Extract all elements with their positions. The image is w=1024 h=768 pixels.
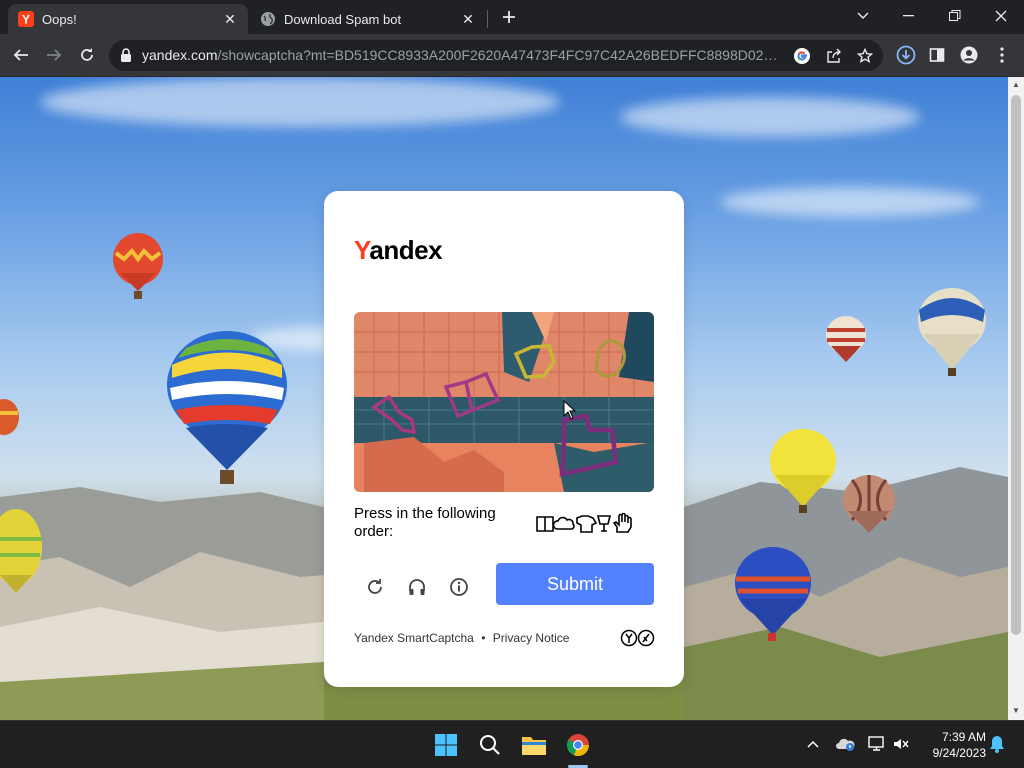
captcha-instructions: Press in the following order:	[354, 505, 496, 540]
new-tab-button[interactable]	[498, 6, 520, 28]
hot-air-balloon	[735, 547, 811, 641]
scroll-up-arrow-icon[interactable]: ▲	[1012, 81, 1020, 89]
network-icon[interactable]	[866, 733, 888, 755]
share-icon[interactable]	[821, 43, 847, 69]
audio-captcha-button[interactable]	[403, 573, 431, 601]
url-text[interactable]: yandex.com/showcaptcha?mt=BD519CC8933A20…	[142, 47, 782, 63]
captcha-order-icons	[536, 512, 632, 533]
svg-text:Y: Y	[22, 13, 30, 27]
cup-icon	[596, 515, 612, 532]
hot-air-balloon	[0, 509, 42, 593]
hot-air-balloon	[0, 399, 19, 435]
yandex-cloud-logo-icon	[620, 629, 655, 647]
lock-icon	[121, 48, 131, 62]
tab-divider	[487, 10, 488, 28]
book-icon	[536, 516, 554, 532]
hot-air-balloon	[826, 316, 866, 362]
captcha-image[interactable]	[354, 312, 654, 492]
tab-title: Download Spam bot	[284, 11, 402, 27]
profile-avatar-icon[interactable]	[954, 40, 984, 70]
browser-toolbar: yandex.com/showcaptcha?mt=BD519CC8933A20…	[0, 34, 1024, 77]
scroll-down-arrow-icon[interactable]: ▼	[1012, 707, 1020, 715]
system-clock[interactable]: 7:39 AM 9/24/2023	[918, 729, 986, 761]
smartcaptcha-link[interactable]: Yandex SmartCaptcha	[354, 631, 474, 645]
hot-air-balloon	[113, 233, 163, 299]
windows-taskbar: 7:39 AM 9/24/2023	[0, 720, 1024, 768]
privacy-notice-link[interactable]: Privacy Notice	[493, 631, 570, 645]
captcha-footer: Yandex SmartCaptcha • Privacy Notice	[354, 631, 569, 645]
headphones-icon	[409, 579, 425, 595]
side-panel-icon[interactable]	[922, 40, 952, 70]
bookmark-star-icon[interactable]	[852, 43, 878, 69]
page-viewport: Yandex Press in the following order: Sub…	[0, 77, 1008, 720]
globe-icon	[260, 11, 276, 27]
google-lens-icon[interactable]	[789, 43, 815, 69]
tab-oops[interactable]: Y Oops! ✕	[8, 4, 248, 34]
clock-date: 9/24/2023	[932, 746, 986, 760]
close-tab-icon[interactable]: ✕	[460, 11, 476, 27]
chrome-icon[interactable]	[562, 729, 594, 761]
address-bar[interactable]: yandex.com/showcaptcha?mt=BD519CC8933A20…	[109, 40, 883, 71]
restore-button[interactable]	[932, 0, 978, 32]
download-icon[interactable]	[891, 40, 921, 70]
reload-button[interactable]	[72, 40, 102, 70]
close-window-button[interactable]	[978, 0, 1024, 32]
url-host: yandex.com	[142, 47, 218, 63]
hot-air-balloon	[918, 288, 986, 376]
close-tab-icon[interactable]: ✕	[222, 11, 238, 27]
refresh-captcha-button[interactable]	[361, 573, 389, 601]
page-scrollbar[interactable]: ▲ ▼	[1008, 77, 1024, 720]
tray-overflow-chevron-icon[interactable]	[802, 733, 824, 755]
hot-air-balloon	[167, 331, 287, 484]
notifications-bell-icon[interactable]	[986, 733, 1008, 755]
menu-kebab-icon[interactable]	[987, 40, 1017, 70]
mouse-cursor-icon	[563, 400, 577, 420]
info-button[interactable]	[445, 573, 473, 601]
forward-button[interactable]	[39, 40, 69, 70]
hand-icon	[612, 512, 632, 533]
url-path: /showcaptcha?mt=BD519CC8933A200F2620A474…	[217, 47, 782, 63]
tshirt-icon	[576, 515, 598, 533]
back-button[interactable]	[6, 40, 36, 70]
hot-air-balloon	[843, 475, 895, 533]
search-icon[interactable]	[474, 729, 506, 761]
yandex-y-icon: Y	[18, 11, 34, 27]
minimize-button[interactable]	[886, 0, 932, 32]
tab-strip: Y Oops! ✕ Download Spam bot ✕	[0, 0, 1024, 34]
volume-muted-icon[interactable]	[890, 733, 912, 755]
windows-start-icon[interactable]	[430, 729, 462, 761]
captcha-card: Yandex Press in the following order: Sub…	[324, 191, 684, 687]
submit-button[interactable]: Submit	[496, 563, 654, 605]
yandex-logo: Yandex	[354, 235, 443, 265]
file-explorer-icon[interactable]	[518, 729, 550, 761]
scrollbar-thumb[interactable]	[1011, 95, 1021, 635]
hot-air-balloon	[770, 429, 836, 513]
footer-separator: •	[481, 631, 486, 645]
tab-title: Oops!	[42, 11, 77, 27]
cloud-icon	[552, 516, 575, 530]
onedrive-icon[interactable]	[834, 733, 856, 755]
refresh-icon	[368, 579, 382, 594]
info-icon	[450, 578, 468, 596]
tab-search-chevron-icon[interactable]	[840, 0, 886, 32]
clock-time: 7:39 AM	[941, 730, 986, 744]
tab-download-spam-bot[interactable]: Download Spam bot ✕	[250, 4, 486, 34]
